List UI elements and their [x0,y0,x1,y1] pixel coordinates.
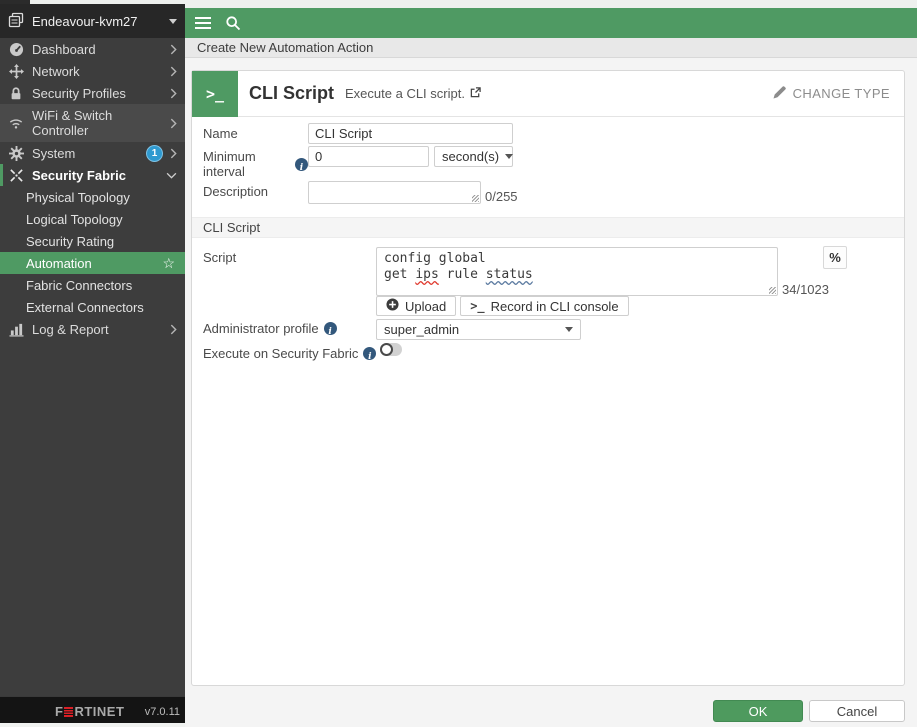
page-title-bar: Create New Automation Action [185,38,917,58]
chevron-down-icon [166,172,177,179]
sidebar: Endeavour-kvm27 Dashboard Network Securi… [0,4,185,700]
sidebar-item-log-report[interactable]: Log & Report [0,318,185,340]
action-type-title: CLI Script [249,83,335,103]
execute-on-security-fabric-toggle[interactable] [380,343,403,356]
sidebar-item-wifi-switch-controller[interactable]: WiFi & Switch Controller [0,104,185,142]
record-in-cli-console-button[interactable]: >_ Record in CLI console [460,296,629,316]
automation-action-card: >_ CLI Script Execute a CLI script. CHAN… [191,70,905,686]
chevron-right-icon [170,66,177,77]
fortinet-logo: F RTINET [55,704,125,719]
menu-toggle-icon[interactable] [195,14,211,32]
sidebar-item-security-fabric[interactable]: Security Fabric [0,164,185,186]
script-variables-button[interactable]: % [823,246,847,269]
info-icon[interactable] [363,347,377,360]
content-area: >_ CLI Script Execute a CLI script. CHAN… [185,58,917,727]
cli-script-section-header: CLI Script [192,217,904,238]
upload-button[interactable]: Upload [376,296,457,316]
top-bar [185,8,917,38]
interval-unit-select[interactable]: second(s) [434,146,514,167]
pencil-icon [773,85,787,102]
misspelled-word: ips [415,267,439,282]
fortinet-gate-icon [64,706,74,717]
description-char-counter: 0/255 [485,189,518,204]
sidebar-item-physical-topology[interactable]: Physical Topology [0,186,185,208]
sidebar-item-security-profiles[interactable]: Security Profiles [0,82,185,104]
plus-circle-icon [386,298,399,314]
administrator-profile-label: Administrator profile [203,318,376,336]
device-stack-icon [8,12,24,31]
hostname-label: Endeavour-kvm27 [32,13,138,29]
lock-icon [8,86,24,101]
chevron-right-icon [170,324,177,335]
chevron-right-icon [170,88,177,99]
administrator-profile-select[interactable]: super_admin [376,319,581,340]
sidebar-footer: F RTINET v7.0.11 [0,696,185,723]
info-icon[interactable] [295,157,308,171]
description-label: Description [203,184,269,199]
name-input[interactable] [308,123,513,144]
cli-script-terminal-icon: >_ [192,70,238,117]
sidebar-item-automation[interactable]: Automation [0,252,185,274]
sidebar-item-logical-topology[interactable]: Logical Topology [0,208,185,230]
toggle-knob [380,343,394,356]
card-header: >_ CLI Script Execute a CLI script. CHAN… [192,70,904,117]
dashboard-gauge-icon [8,42,24,57]
firmware-version: v7.0.11 [144,706,180,718]
network-move-icon [8,63,24,79]
name-label: Name [203,126,238,141]
minimum-interval-input[interactable] [308,146,429,167]
sidebar-item-external-connectors[interactable]: External Connectors [0,296,185,318]
system-notification-badge: 1 [147,145,162,161]
bar-chart-icon [8,322,24,337]
device-selector[interactable]: Endeavour-kvm27 [0,4,185,38]
terminal-prompt-icon: >_ [470,299,485,313]
misspelled-word: status [485,267,533,282]
security-fabric-icon [8,168,24,183]
resize-handle[interactable] [472,195,479,202]
sidebar-item-system[interactable]: System 1 [0,142,185,164]
wifi-icon [8,116,24,130]
sidebar-item-network[interactable]: Network [0,60,185,82]
chevron-down-icon [565,327,573,332]
script-textarea[interactable]: config global get ips rule status [376,247,778,296]
minimum-interval-label: Minimum interval [203,146,308,179]
sidebar-nav: Dashboard Network Security Profiles WiFi… [0,38,185,340]
form-actions: OK Cancel [713,700,905,722]
execute-on-security-fabric-label: Execute on Security Fabric [203,343,377,361]
chevron-down-icon [169,18,177,24]
info-icon[interactable] [323,322,337,335]
sidebar-item-dashboard[interactable]: Dashboard [0,38,185,60]
chevron-right-icon [170,118,177,129]
script-label: Script [203,250,237,265]
description-textarea[interactable] [308,181,481,204]
fortigate-app: Endeavour-kvm27 Dashboard Network Securi… [0,0,917,727]
gear-icon [8,145,24,161]
action-type-subtitle: Execute a CLI script. [345,86,481,101]
search-icon[interactable] [225,15,241,31]
page-title: Create New Automation Action [197,40,374,55]
resize-handle[interactable] [769,287,776,294]
chevron-right-icon [170,44,177,55]
action-form: Name Minimum interval second(s) [192,117,904,361]
cancel-button[interactable]: Cancel [809,700,905,722]
sidebar-item-security-rating[interactable]: Security Rating [0,230,185,252]
sidebar-item-fabric-connectors[interactable]: Fabric Connectors [0,274,185,296]
favorite-star-icon[interactable] [162,255,175,272]
chevron-down-icon [505,154,514,159]
change-type-button[interactable]: CHANGE TYPE [773,85,890,102]
main-area: Create New Automation Action >_ CLI Scri… [185,8,917,727]
ok-button[interactable]: OK [713,700,803,722]
script-char-counter: 34/1023 [782,282,829,297]
chevron-right-icon [170,148,177,159]
external-link-icon[interactable] [470,86,481,101]
